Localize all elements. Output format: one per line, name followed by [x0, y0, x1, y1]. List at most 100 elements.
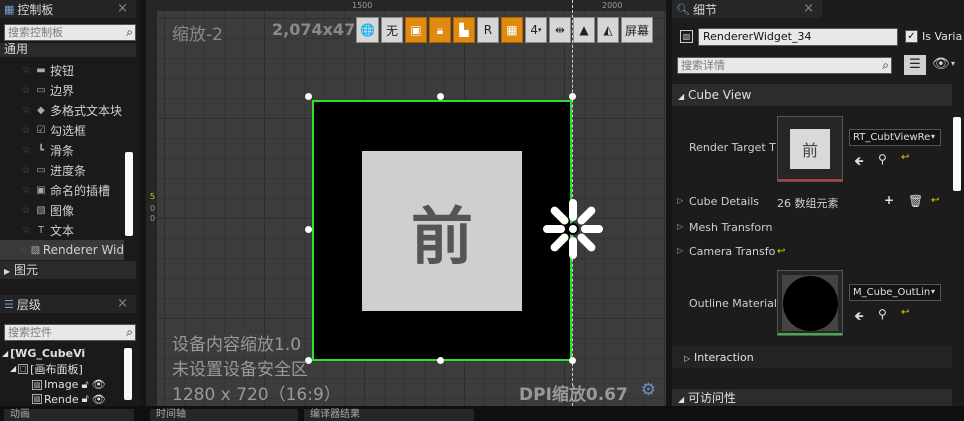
tab-timeline[interactable]: 时间轴: [150, 409, 298, 421]
hierarchy-item-renderer[interactable]: ▧ Rende 🔓︎ 👁︎: [0, 393, 124, 405]
cube-details-value: 26 数组元素: [777, 197, 839, 210]
palette-category-panel[interactable]: ▶ 图元: [0, 261, 136, 279]
resize-handle-b[interactable]: [437, 357, 444, 364]
browse-search-icon[interactable]: ⚲: [878, 307, 887, 321]
palette-item-button[interactable]: ☆ ▬ 按钮: [0, 60, 124, 80]
render-target-combo[interactable]: RT_CubtViewRe: [849, 129, 941, 146]
palette-item-progress-bar[interactable]: ☆ ▭ 进度条: [0, 160, 124, 180]
collapse-arrow-icon: ▶: [4, 267, 11, 276]
palette-search-input[interactable]: 搜索控制板 ⌕: [4, 24, 136, 41]
favorite-star-icon[interactable]: ☆: [18, 185, 34, 196]
reset-to-default-icon[interactable]: ↩: [931, 195, 939, 206]
palette-item-border[interactable]: ☆ ▭ 边界: [0, 80, 124, 100]
reset-to-default-icon[interactable]: ↩: [777, 246, 785, 257]
grid-size-dropdown[interactable]: 4 ▾: [524, 17, 547, 43]
palette-scrollbar[interactable]: [125, 152, 133, 236]
favorite-star-icon[interactable]: ☆: [18, 245, 30, 256]
resize-handle-br[interactable]: [569, 357, 576, 364]
favorite-star-icon[interactable]: ☆: [18, 225, 34, 236]
transform-mode-icon[interactable]: ▣: [404, 17, 427, 43]
hierarchy-item-image[interactable]: ▧ Image 🔓︎ 👁︎: [0, 377, 124, 392]
background-image-icon[interactable]: ▲: [572, 17, 595, 43]
favorite-star-icon[interactable]: ☆: [18, 205, 34, 216]
lock-icon[interactable]: 🔓︎: [82, 393, 89, 405]
favorite-star-icon[interactable]: ☆: [18, 65, 34, 76]
screen-size-icon[interactable]: ⇹: [548, 17, 571, 43]
chevron-down-icon: ▾: [931, 132, 936, 141]
property-matrix-icon[interactable]: ☰: [904, 55, 926, 75]
details-scrollbar[interactable]: [953, 117, 961, 191]
favorite-star-icon[interactable]: ☆: [18, 105, 34, 116]
browse-search-icon[interactable]: ⚲: [878, 152, 887, 166]
palette-item-checkbox[interactable]: ☆ ☑ 勾选框: [0, 120, 124, 140]
add-element-icon[interactable]: +: [884, 193, 894, 207]
left-column: ▦ 控制板 × 搜索控制板 ⌕ 通用 ☆ ▬ 按钮 ☆ ▭ 边界 ☆ ◆ 多格式…: [0, 0, 140, 421]
resolution-label: 2,074x479: [272, 20, 367, 39]
close-icon[interactable]: ×: [117, 1, 128, 16]
resize-handle-tl[interactable]: [305, 93, 312, 100]
accessibility-section-header[interactable]: ◢ 可访问性: [672, 389, 952, 407]
favorite-star-icon[interactable]: ☆: [18, 165, 34, 176]
eye-icon[interactable]: 👁︎: [92, 393, 106, 405]
reset-to-default-icon[interactable]: ↩: [901, 152, 909, 163]
palette-item-label: 滑条: [50, 143, 75, 158]
anchor-flower-icon[interactable]: [542, 198, 604, 260]
hierarchy-item-label: [画布面板]: [30, 362, 83, 376]
outline-material-thumbnail[interactable]: [777, 270, 843, 336]
screen-mode-button[interactable]: 屏幕: [620, 17, 653, 43]
designer-viewport[interactable]: 1500 2000 5 0 0 缩放-2 2,074x479 🌐 无 ▣ 🔒︎ …: [146, 0, 666, 406]
delete-trash-icon[interactable]: 🗑︎: [908, 194, 923, 208]
close-icon[interactable]: ×: [803, 1, 814, 16]
is-variable-checkbox[interactable]: ✓: [905, 30, 918, 43]
visibility-eye-icon[interactable]: 👁︎: [932, 56, 950, 72]
grid-snap-icon[interactable]: ▦: [500, 17, 523, 43]
resize-handle-t[interactable]: [437, 93, 444, 100]
use-selected-arrow-icon[interactable]: 🡸: [854, 152, 864, 173]
expand-arrow-icon: ▷: [684, 354, 691, 363]
interaction-section-header[interactable]: ▷ Interaction: [672, 346, 952, 368]
use-selected-arrow-icon[interactable]: 🡸: [854, 307, 864, 328]
chevron-down-icon: ▾: [538, 26, 542, 34]
thumbnail-type-bar: [778, 333, 842, 335]
palette-tab[interactable]: ▦ 控制板 ×: [0, 0, 136, 18]
hierarchy-tab[interactable]: ☰ 层级 ×: [0, 295, 136, 313]
flow-direction-button[interactable]: 无: [380, 17, 403, 43]
palette-item-renderer-widget[interactable]: ☆ ▧ Renderer Wid: [0, 240, 124, 260]
hierarchy-search-input[interactable]: 搜索控件 ⌕: [4, 324, 136, 341]
is-variable-label: Is Varia: [922, 30, 963, 43]
hierarchy-scrollbar[interactable]: [124, 348, 132, 400]
details-tab[interactable]: 🔍︎ 细节 ×: [672, 0, 822, 18]
palette-item-slider[interactable]: ☆ ┗ 滑条: [0, 140, 124, 160]
tab-animations[interactable]: 动画: [4, 409, 134, 421]
favorite-star-icon[interactable]: ☆: [18, 145, 34, 156]
renderer-widget-selection[interactable]: 前: [312, 100, 572, 361]
resize-handle-l[interactable]: [305, 226, 312, 233]
eye-icon[interactable]: 👁︎: [92, 378, 106, 391]
palette-category-common[interactable]: 通用: [0, 43, 136, 57]
respect-locks-icon[interactable]: ▙: [452, 17, 475, 43]
outline-material-combo[interactable]: M_Cube_OutLin: [849, 284, 941, 301]
palette-item-named-slot[interactable]: ☆ ▣ 命名的插槽: [0, 180, 124, 200]
widget-name-field[interactable]: RendererWidget_34: [698, 28, 898, 46]
lock-icon[interactable]: 🔒︎: [428, 17, 451, 43]
palette-item-image[interactable]: ☆ ▧ 图像: [0, 200, 124, 220]
resize-handle-tr[interactable]: [569, 93, 576, 100]
render-target-value: RT_CubtViewRe: [853, 132, 931, 143]
reset-to-default-icon[interactable]: ↩: [901, 307, 909, 318]
palette-item-rich-text[interactable]: ☆ ◆ 多格式文本块: [0, 100, 124, 120]
globe-icon[interactable]: 🌐: [356, 17, 379, 43]
mirror-icon[interactable]: ◭: [596, 17, 619, 43]
render-target-thumbnail[interactable]: 前: [777, 116, 843, 182]
cube-view-section-header[interactable]: ◢ Cube View: [672, 84, 952, 106]
lock-icon[interactable]: 🔓︎: [81, 378, 88, 392]
gear-icon[interactable]: ⚙: [641, 380, 656, 400]
palette-item-text[interactable]: ☆ T 文本: [0, 220, 124, 240]
reset-button[interactable]: R: [476, 17, 499, 43]
favorite-star-icon[interactable]: ☆: [18, 125, 34, 136]
close-icon[interactable]: ×: [117, 296, 128, 311]
hierarchy-item-canvas[interactable]: ◢ □ [画布面板]: [0, 361, 124, 376]
details-search-input[interactable]: 搜索详情 ⌕: [677, 57, 892, 74]
favorite-star-icon[interactable]: ☆: [18, 85, 34, 96]
tab-compiler-results[interactable]: 编译器结果: [304, 409, 474, 421]
hierarchy-item-root[interactable]: ◢ [WG_CubeVi: [0, 346, 124, 361]
